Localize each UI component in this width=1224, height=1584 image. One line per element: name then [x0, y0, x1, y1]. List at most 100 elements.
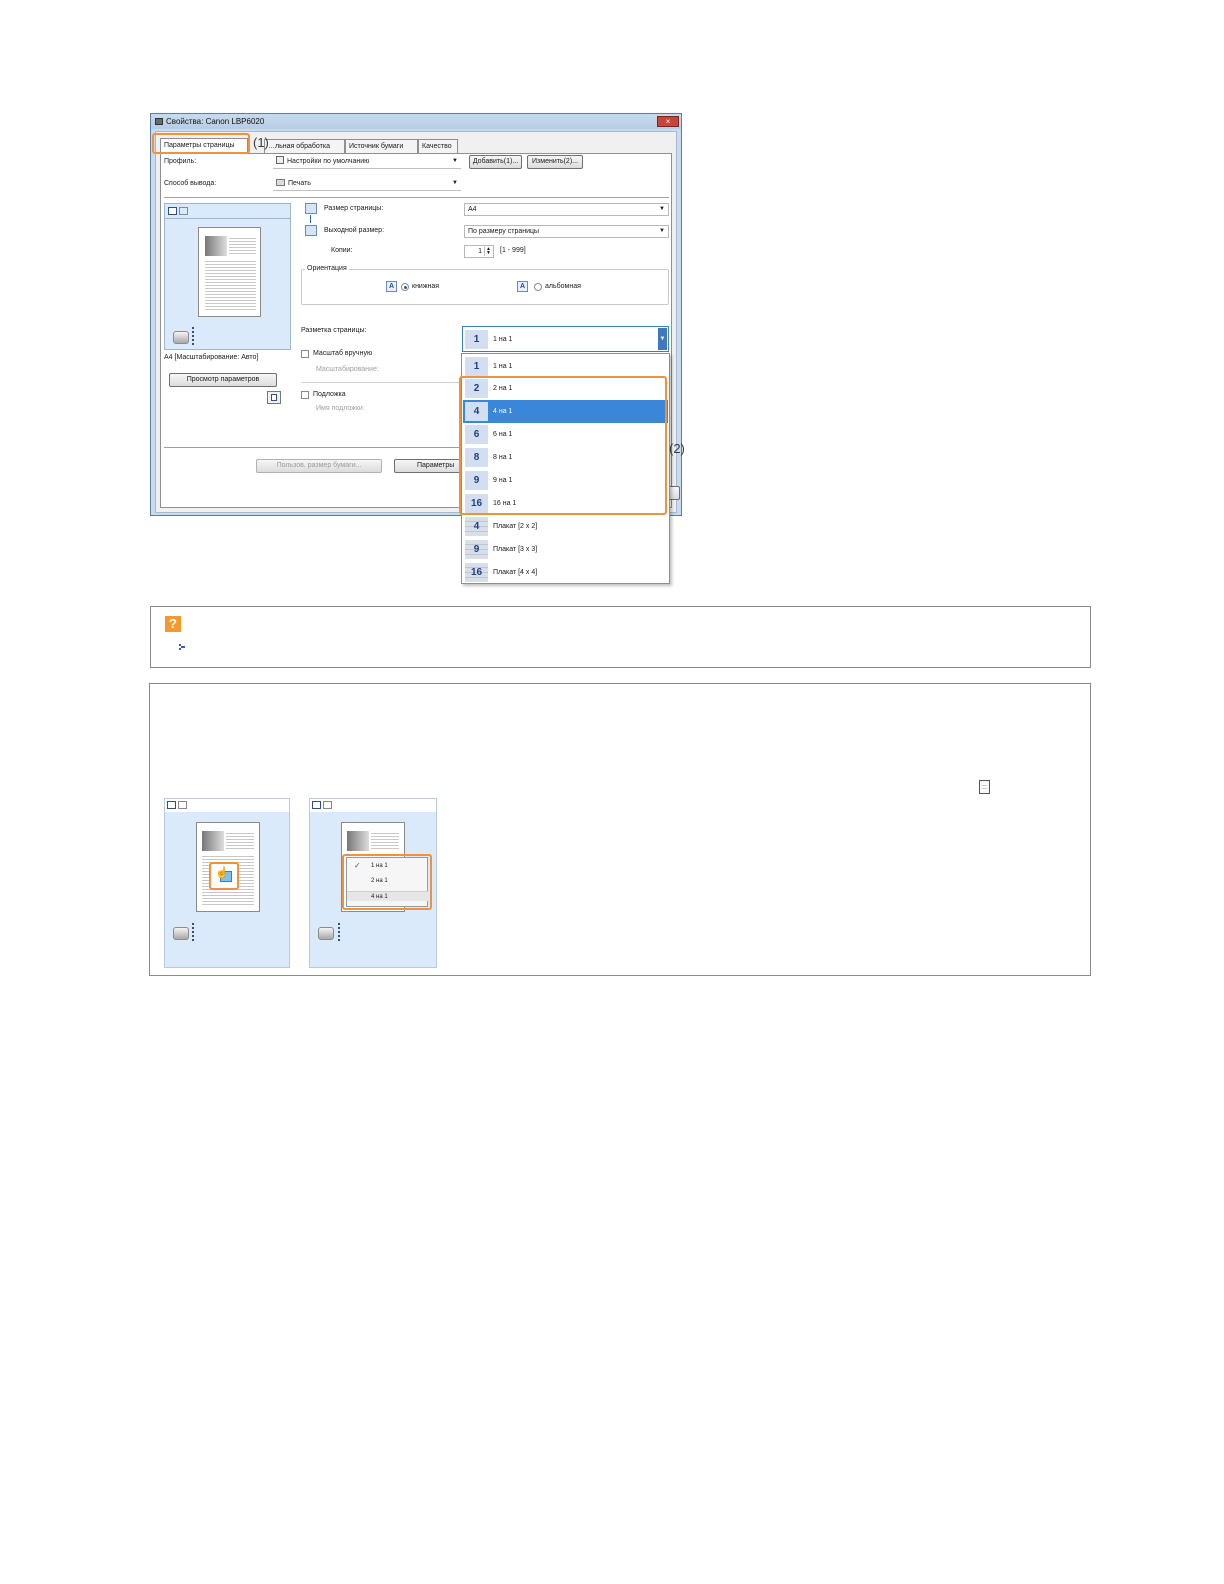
page-icon	[979, 780, 990, 794]
hand-cursor-icon: ☝	[215, 867, 229, 879]
printer-view-icon[interactable]	[323, 801, 332, 809]
profile-combo[interactable]: Настройки по умолчанию ▼	[273, 156, 461, 169]
layout-number-badge: 1	[465, 357, 488, 376]
page-size-value: A4	[468, 206, 477, 213]
print-icon	[276, 179, 285, 186]
output-size-label: Выходной размер:	[324, 227, 385, 234]
watermark-checkbox[interactable]	[301, 391, 309, 399]
tab-finishing[interactable]: …льная обработка	[264, 139, 345, 153]
text-lines	[982, 783, 987, 791]
layout-option-label: Плакат [4 x 4]	[493, 569, 538, 576]
title-bar[interactable]: Свойства: Canon LBP6020 ×	[151, 114, 681, 129]
help-icon: ?	[165, 616, 181, 632]
output-method-label: Способ вывода:	[164, 180, 217, 187]
layout-option-poster[interactable]: 4 Плакат [2 x 2]	[463, 515, 668, 538]
scaling-label: Масштабирование:	[316, 366, 379, 373]
menu-item-1-on-1[interactable]: ✓ 1 на 1	[347, 861, 428, 871]
click-highlight-box: ☝	[209, 862, 239, 890]
printer-view-icon[interactable]	[178, 801, 187, 809]
hint-box: ?	[150, 606, 1091, 668]
view-toggle[interactable]	[165, 799, 289, 812]
page-layout-current: 1 1 на 1	[463, 328, 658, 351]
orientation-label: Ориентация	[305, 265, 349, 272]
printer-icon	[318, 927, 334, 940]
spin-arrows-icon[interactable]: ▲ ▼	[484, 247, 492, 256]
landscape-icon: A	[517, 281, 528, 292]
portrait-radio[interactable]	[401, 283, 409, 291]
paper-feed-icon	[192, 327, 194, 345]
page-size-select[interactable]: A4 ▼	[464, 203, 669, 216]
link-bullet-icon[interactable]	[179, 644, 185, 651]
view-toggle[interactable]	[168, 207, 190, 217]
layout-option-label: 1 на 1	[493, 363, 513, 370]
image-placeholder-icon	[202, 831, 224, 851]
profile-label: Профиль:	[164, 158, 197, 165]
layout-number-badge: 1	[465, 330, 488, 349]
printer-view-icon[interactable]	[179, 207, 188, 215]
settings-sheet-icon[interactable]	[267, 391, 281, 404]
options-button[interactable]: Параметры	[394, 459, 464, 473]
divider	[301, 382, 461, 383]
menu-item-2-on-1[interactable]: 2 на 1	[347, 876, 428, 886]
callout-2: (2)	[669, 441, 685, 456]
view-toggle[interactable]	[310, 799, 436, 812]
output-size-select[interactable]: По размеру страницы ▼	[464, 225, 669, 238]
portrait-icon: A	[386, 281, 397, 292]
layout-option-label: Плакат [2 x 2]	[493, 523, 538, 530]
page-layout-select[interactable]: 1 1 на 1 ▼	[462, 326, 669, 352]
page-preview-thumbnail[interactable]: ☝	[196, 822, 260, 912]
portrait-label: книжная	[412, 283, 440, 290]
copies-range: [1 - 999]	[500, 247, 526, 254]
text-lines	[205, 259, 256, 311]
divider	[164, 197, 669, 198]
page-preview-thumbnail[interactable]	[198, 227, 261, 317]
dialog-title: Свойства: Canon LBP6020	[166, 117, 265, 126]
paper-feed-icon	[338, 923, 340, 941]
edit-profile-button[interactable]: Изменить(2)...	[527, 155, 583, 169]
preview-panel-click: ☝	[164, 798, 290, 968]
layout-option-poster[interactable]: 16 Плакат [4 x 4]	[463, 561, 668, 584]
page-view-icon[interactable]	[167, 801, 176, 809]
tab-quality[interactable]: Качество	[418, 139, 458, 153]
close-button[interactable]: ×	[657, 116, 679, 127]
page-size-label: Размер страницы:	[324, 205, 384, 212]
preview-panel-menu: ✓ 1 на 1 2 на 1 4 на 1	[309, 798, 437, 968]
text-lines	[229, 236, 256, 256]
menu-item-4-on-1[interactable]: 4 на 1	[347, 891, 428, 901]
chevron-down-icon: ▼	[659, 206, 665, 212]
arrow-down-icon	[310, 215, 311, 223]
divider	[165, 218, 290, 219]
callout-1: (1)	[253, 135, 269, 150]
view-settings-button[interactable]: Просмотр параметров	[169, 373, 277, 387]
copies-stepper[interactable]: 1 ▲ ▼	[464, 245, 494, 258]
paper-feed-icon	[192, 923, 194, 941]
profile-icon	[276, 156, 284, 164]
check-icon: ✓	[354, 861, 361, 870]
copies-label: Копии:	[331, 247, 353, 254]
page-view-icon[interactable]	[168, 207, 177, 215]
poster-number-badge: 16	[465, 563, 488, 582]
preview-caption: A4 [Масштабирование: Авто]	[164, 354, 259, 361]
output-size-icon	[305, 225, 317, 236]
manual-scale-label: Масштаб вручную	[313, 350, 373, 357]
layout-option-poster[interactable]: 9 Плакат [3 x 3]	[463, 538, 668, 561]
printer-icon	[173, 331, 189, 344]
tip-box: ☝ ✓ 1 на 1 2 на 1 4 на 1	[149, 683, 1091, 976]
add-profile-button[interactable]: Добавить(1)...	[469, 155, 522, 169]
custom-paper-size-button[interactable]: Пользов. размер бумаги...	[256, 459, 382, 473]
printer-icon	[173, 927, 189, 940]
watermark-name-label: Имя подложки:	[316, 405, 365, 412]
landscape-radio[interactable]	[534, 283, 542, 291]
chevron-down-icon[interactable]: ▼	[658, 328, 667, 350]
profile-value: Настройки по умолчанию	[287, 158, 370, 165]
manual-scale-checkbox[interactable]	[301, 350, 309, 358]
page-view-icon[interactable]	[312, 801, 321, 809]
text-lines	[371, 831, 399, 851]
page-layout-value: 1 на 1	[493, 336, 513, 343]
page-layout-label: Разметка страницы:	[301, 327, 367, 334]
layout-option[interactable]: 1 1 на 1	[463, 355, 668, 378]
chevron-down-icon: ▼	[659, 228, 665, 234]
preview-pane	[164, 203, 291, 350]
output-method-combo[interactable]: Печать ▼	[273, 178, 461, 191]
tab-paper-source[interactable]: Источник бумаги	[345, 139, 418, 153]
